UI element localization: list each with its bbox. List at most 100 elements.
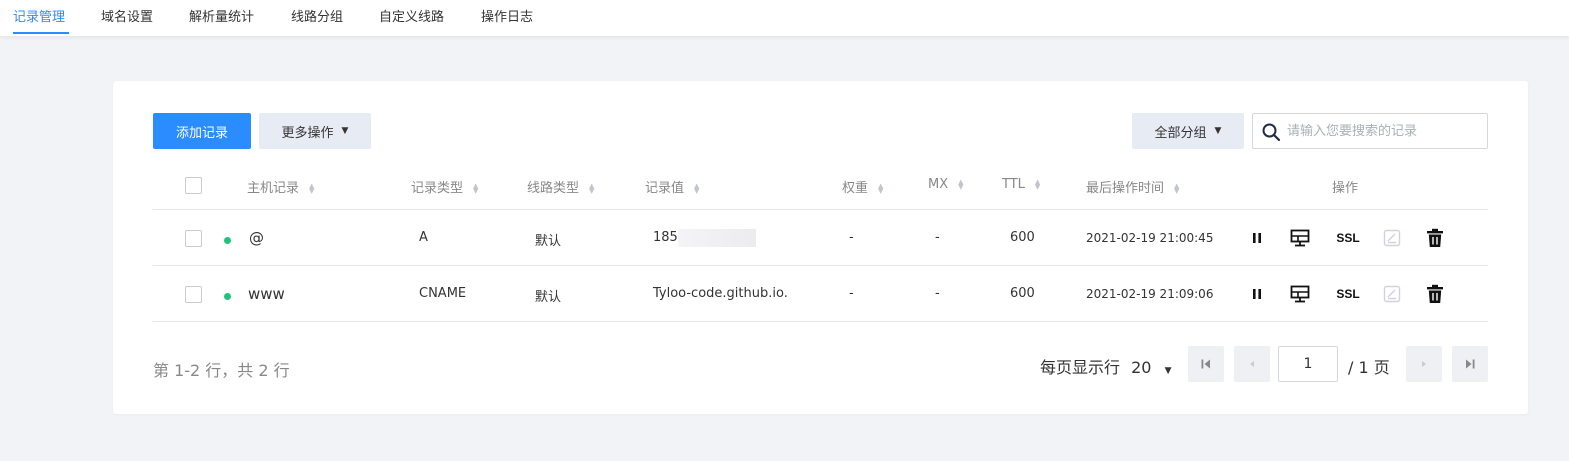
value-cell: Tyloo-code.github.io. [653,286,788,301]
search-input[interactable] [1287,120,1477,142]
per-page-selector[interactable]: 每页显示行 20 ▼ [1040,354,1171,378]
caret-down-icon: ▼ [1164,366,1172,376]
table-row: @ A 默认 185. - - 600 2021-02-19 21:00:45 … [113,210,1528,266]
row-checkbox[interactable] [185,286,202,303]
pause-icon [1253,289,1261,299]
weight-cell: - [849,286,854,301]
col-header-type[interactable]: 记录类型 ▲ ▼ [411,177,478,196]
mx-cell: - [935,286,940,301]
pause-icon [1253,233,1261,243]
col-header-host-label: 主机记录 [247,181,300,196]
col-header-type-label: 记录类型 [411,181,464,196]
tab-resolution-stats[interactable]: 解析量统计 [189,6,254,25]
monitor-button[interactable] [1289,227,1311,249]
more-actions-dropdown[interactable]: 更多操作 ▼ [259,113,371,149]
next-page-button[interactable] [1406,346,1442,382]
line-cell: 默认 [535,234,562,249]
col-header-value-label: 记录值 [645,181,685,196]
col-header-host[interactable]: 主机记录 ▲ ▼ [247,177,314,196]
type-cell: A [419,230,428,245]
ssl-button[interactable]: SSL [1333,283,1363,305]
sort-icon: ▲ ▼ [878,181,884,195]
tab-line-groups[interactable]: 线路分组 [291,6,343,25]
total-pages-label: / 1 页 [1348,358,1390,377]
monitor-button[interactable] [1289,283,1311,305]
weight-cell: - [849,230,854,245]
pause-button[interactable] [1246,227,1268,249]
line-cell: 默认 [535,290,562,305]
tab-custom-lines[interactable]: 自定义线路 [379,6,444,25]
status-dot [224,293,231,300]
tab-domain-settings[interactable]: 域名设置 [101,6,153,25]
sort-icon: ▲ ▼ [589,181,595,195]
col-header-time-label: 最后操作时间 [1086,181,1165,196]
group-filter-dropdown[interactable]: 全部分组 ▼ [1132,113,1244,149]
col-header-ttl-label: TTL [1002,177,1025,192]
active-tab-indicator [13,32,69,34]
mx-cell: - [935,230,940,245]
redacted-value-mask [678,229,756,247]
last-page-icon [1466,359,1475,369]
col-header-mx[interactable]: MX ▲ ▼ [928,177,964,192]
ssl-label: SSL [1336,231,1360,245]
col-header-action: 操作 [1332,181,1359,196]
add-record-button[interactable]: 添加记录 [153,113,251,149]
edit-icon [1383,229,1401,247]
pause-button[interactable] [1246,283,1268,305]
add-record-label: 添加记录 [175,125,228,141]
monitor-icon [1290,285,1310,303]
page-number-input[interactable] [1278,346,1338,382]
tab-record-management[interactable]: 记录管理 [13,6,65,25]
col-header-mx-label: MX [928,177,949,192]
row-checkbox[interactable] [185,230,202,247]
col-header-value[interactable]: 记录值 ▲ ▼ [645,177,699,196]
trash-icon [1427,284,1443,303]
tab-bar: 记录管理 域名设置 解析量统计 线路分组 自定义线路 操作日志 [0,0,1569,36]
edit-button-disabled[interactable] [1381,227,1403,249]
search-icon [1262,123,1281,142]
sort-icon: ▲ ▼ [958,177,964,191]
sort-icon: ▲ ▼ [1034,177,1041,191]
edit-icon [1383,285,1401,303]
last-page-button[interactable] [1452,346,1488,382]
first-page-icon [1201,359,1210,369]
first-page-button[interactable] [1188,346,1224,382]
ssl-button[interactable]: SSL [1333,227,1363,249]
col-header-ttl[interactable]: TTL ▲ ▼ [1002,177,1040,192]
records-card: 添加记录 更多操作 ▼ 全部分组 ▼ 主机记录▲▼ 记录类型▲▼ 线路类型▲▼ … [113,81,1528,414]
caret-down-icon: ▼ [341,126,349,136]
more-actions-label: 更多操作 [281,125,334,141]
host-cell: @ [249,229,264,247]
col-header-line-label: 线路类型 [527,181,580,196]
row-count-summary: 第 1-2 行，共 2 行 [153,361,290,380]
col-header-time[interactable]: 最后操作时间 ▲ ▼ [1086,177,1179,196]
ssl-label: SSL [1336,287,1360,301]
time-cell: 2021-02-19 21:09:06 [1086,287,1214,301]
edit-button-disabled[interactable] [1381,283,1403,305]
divider [153,321,1488,322]
select-all-checkbox[interactable] [185,177,202,194]
ttl-cell: 600 [1010,286,1035,301]
caret-down-icon: ▼ [1214,126,1222,136]
search-box [1252,113,1488,149]
tab-operation-log[interactable]: 操作日志 [481,6,533,25]
delete-button[interactable] [1424,227,1446,249]
col-header-line[interactable]: 线路类型 ▲ ▼ [527,177,594,196]
status-dot [224,237,231,244]
prev-page-icon [1250,361,1254,367]
next-page-icon [1422,361,1426,367]
ttl-cell: 600 [1010,230,1035,245]
sort-icon: ▲ ▼ [309,181,315,195]
monitor-icon [1290,229,1310,247]
time-cell: 2021-02-19 21:00:45 [1086,231,1214,245]
sort-icon: ▲ ▼ [473,181,479,195]
col-header-weight[interactable]: 权重 ▲ ▼ [842,177,883,196]
sort-icon: ▲ ▼ [1174,181,1180,195]
sort-icon: ▲ ▼ [694,181,700,195]
group-filter-label: 全部分组 [1154,125,1207,141]
per-page-value: 20 [1131,358,1152,377]
col-header-weight-label: 权重 [842,181,869,196]
delete-button[interactable] [1424,283,1446,305]
prev-page-button[interactable] [1234,346,1270,382]
host-cell: www [248,285,285,303]
